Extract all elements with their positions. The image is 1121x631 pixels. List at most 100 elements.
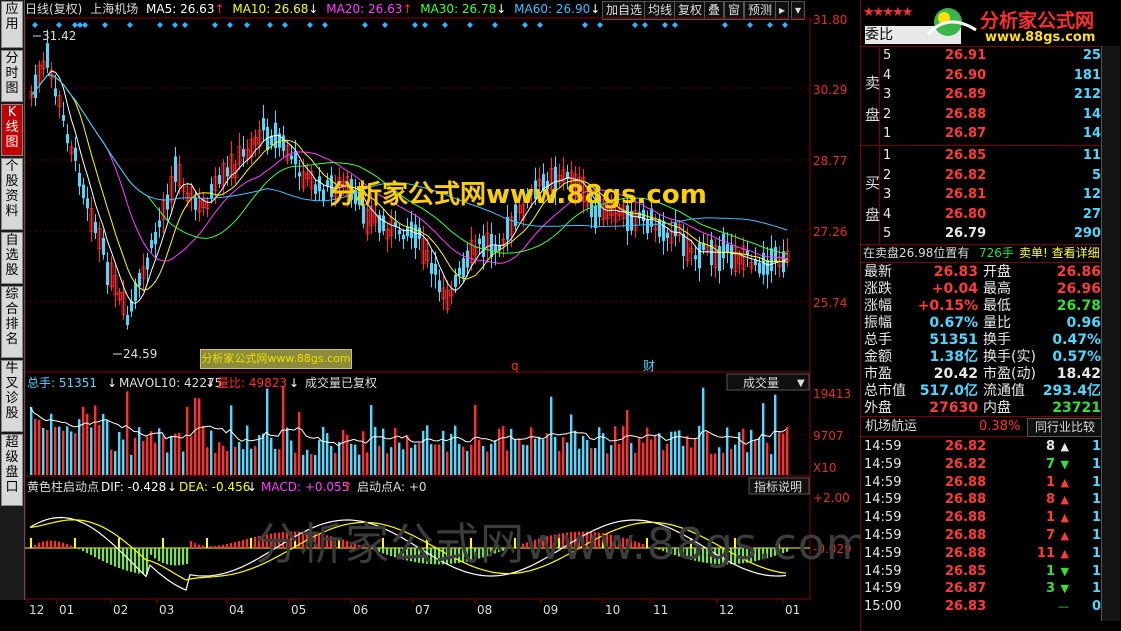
buy-level-row[interactable]: 1 26.85 11 <box>861 147 1103 165</box>
x-axis-tick: 06 <box>353 603 368 617</box>
x-axis-tick: 02 <box>113 603 128 617</box>
side-tab-ranking[interactable]: 综合排名 <box>1 286 23 358</box>
volume-tick: 19413 <box>813 387 851 401</box>
macd-title: 黄色柱启动点 <box>27 479 99 494</box>
tick-row: 14:59 26.82 7 ▼ 1 <box>864 456 1101 472</box>
logo-title: 分析家公式网 <box>980 10 1095 32</box>
quote-row: 振幅 0.67% 量比 0.96 <box>864 315 1101 331</box>
scrollbar[interactable] <box>1101 46 1120 621</box>
buy-level-row[interactable]: 5 26.79 290 <box>861 225 1103 243</box>
side-tab-kline[interactable]: K线图 <box>1 104 23 156</box>
buy-level-row[interactable]: 3 26.81 12 <box>861 186 1103 204</box>
left-sidebar: 应用 分时图 K线图 个股资料 自选股 综合排名 牛叉诊股 超级盘口 <box>0 0 25 600</box>
volume-tick: X10 <box>813 461 837 475</box>
indicator-dropdown-label: 成交量 <box>743 375 779 390</box>
quote-row: 涨幅 +0.15% 最低 26.78 <box>864 298 1101 314</box>
dif-label: DIF: -0.428 <box>101 480 166 494</box>
macd-tick: +2.00 <box>813 491 850 505</box>
event-marker-finance[interactable]: 财 <box>643 359 655 373</box>
start-point-label: 启动点A: +0 <box>357 480 427 494</box>
side-tab-diagnosis[interactable]: 牛叉诊股 <box>1 360 23 432</box>
tick-row: 15:00 26.83 — 0 <box>864 599 1101 615</box>
price-tick: 31.80 <box>813 13 847 27</box>
arrow-up-icon: ▲ <box>1060 546 1069 560</box>
high-price-mark: 31.42 <box>42 29 76 43</box>
x-axis-tick: 10 <box>605 603 620 617</box>
quote-panel: ★★★★★ 委比 卖 盘 买 盘 5 26.91 25 4 26.90 181 … <box>860 0 1121 631</box>
arrow-up-icon: ▲ <box>1060 511 1069 525</box>
side-tab-apps[interactable]: 应用 <box>1 1 23 48</box>
arrow-down-icon: ↓ <box>289 376 299 390</box>
quote-row: 最新 26.83 开盘 26.86 <box>864 264 1101 280</box>
arrow-up-icon: ▲ <box>1060 475 1069 489</box>
side-tab-stock-info[interactable]: 个股资料 <box>1 158 23 230</box>
arrow-down-icon: ↓ <box>167 480 177 494</box>
tick-row: 14:59 26.85 1 ▼ 1 <box>864 563 1101 579</box>
quote-row: 外盘 27630 内盘 23721 <box>864 400 1101 416</box>
arrow-down-icon: ↓ <box>107 376 117 390</box>
arrow-up-icon: ▲ <box>1060 440 1069 453</box>
x-axis-tick: 03 <box>159 603 174 617</box>
tick-row: 14:59 26.88 1 ▲ 1 <box>864 474 1101 490</box>
macd-label: MACD: +0.055 <box>261 480 349 494</box>
volume-ratio: 量比: 49823 <box>217 376 287 390</box>
sell-level-row[interactable]: 2 26.88 14 <box>861 106 1103 124</box>
app-window: 应用 分时图 K线图 个股资料 自选股 综合排名 牛叉诊股 超级盘口 日线(复权… <box>0 0 1121 631</box>
tick-row: 14:59 26.88 8 ▲ 1 <box>864 492 1101 508</box>
arrow-down-icon: ▼ <box>1060 582 1069 596</box>
industry-compare-button[interactable]: 同行业比较 <box>1027 418 1103 437</box>
watermark-center: 分析家公式网www.88gs.com <box>330 180 707 210</box>
x-axis-tick: 08 <box>477 603 492 617</box>
side-tab-watchlist[interactable]: 自选股 <box>1 232 23 284</box>
x-axis-tick: 01 <box>785 603 800 617</box>
tick-row: 14:59 26.88 1 ▲ 1 <box>864 510 1101 526</box>
event-marker-q[interactable]: q <box>511 359 519 373</box>
side-tab-intraday[interactable]: 分时图 <box>1 50 23 102</box>
volume-total: 总手: 51351 <box>27 376 97 390</box>
x-axis-tick: 05 <box>291 603 306 617</box>
sell-level-row[interactable]: 4 26.90 181 <box>861 67 1103 85</box>
star-rating-icon: ★★★★★ <box>863 5 913 20</box>
arrow-up-icon: ▲ <box>1060 529 1069 542</box>
watermark-small: 分析家公式网www.88gs.com <box>200 349 352 369</box>
quote-row: 总手 51351 换手 0.47% <box>864 332 1101 348</box>
x-axis: 12 01 02 03 04 05 06 07 08 09 10 11 12 01 <box>26 599 800 617</box>
sell-level-row[interactable]: 5 26.91 25 <box>861 47 1103 65</box>
price-tick: 25.74 <box>813 296 847 310</box>
x-axis-tick: 07 <box>415 603 430 617</box>
x-axis-tick: 12 <box>29 603 44 617</box>
indicator-help-label: 指标说明 <box>754 479 802 494</box>
x-axis-tick: 12 <box>719 603 734 617</box>
volume-note: 成交量已复权 <box>305 375 377 390</box>
arrow-down-icon: ▼ <box>1060 457 1069 471</box>
arrow-down-icon: ↓ <box>247 480 257 494</box>
tick-row: 14:59 26.82 8 ▲ 1 <box>864 439 1101 454</box>
price-tick: 28.77 <box>813 154 847 168</box>
price-tick: 27.26 <box>813 225 847 239</box>
arrow-down-icon: ↓ <box>205 376 215 390</box>
tick-row: 14:59 26.88 7 ▲ 1 <box>864 528 1101 543</box>
x-axis-tick: 04 <box>229 603 244 617</box>
dash-icon: — <box>1058 600 1069 614</box>
large-order-notice[interactable]: 在卖盘26.98位置有 726手 卖单! 查看详细 <box>861 244 1103 262</box>
chevron-down-icon[interactable]: ▼ <box>797 378 805 389</box>
side-tab-level2[interactable]: 超级盘口 <box>1 434 23 506</box>
buy-level-row[interactable]: 2 26.82 5 <box>861 167 1103 185</box>
sell-level-row[interactable]: 3 26.89 212 <box>861 86 1103 104</box>
tick-row: 14:59 26.87 3 ▼ 1 <box>864 581 1101 597</box>
low-price-mark: 24.59 <box>123 347 157 361</box>
logo-url: www.88gs.com <box>985 30 1096 45</box>
sell-level-row[interactable]: 1 26.87 14 <box>861 125 1103 143</box>
arrow-down-icon: ▼ <box>1060 564 1069 578</box>
volume-bars <box>30 386 789 475</box>
quote-row: 金额 1.38亿 换手(实) 0.57% <box>864 349 1101 365</box>
x-axis-tick: 09 <box>543 603 558 617</box>
volume-tick: 9707 <box>813 429 844 443</box>
buy-level-row[interactable]: 4 26.80 27 <box>861 206 1103 224</box>
quote-row: 涨跌 +0.04 最高 26.96 <box>864 281 1101 297</box>
arrow-up-icon: ▲ <box>1060 493 1069 507</box>
arrow-up-icon: ↑ <box>343 480 353 494</box>
x-axis-tick: 01 <box>59 603 74 617</box>
tick-row: 14:59 26.88 11 ▲ 1 <box>864 545 1101 561</box>
quote-row: 总市值 517.0亿 流通值 293.4亿 <box>864 383 1101 399</box>
